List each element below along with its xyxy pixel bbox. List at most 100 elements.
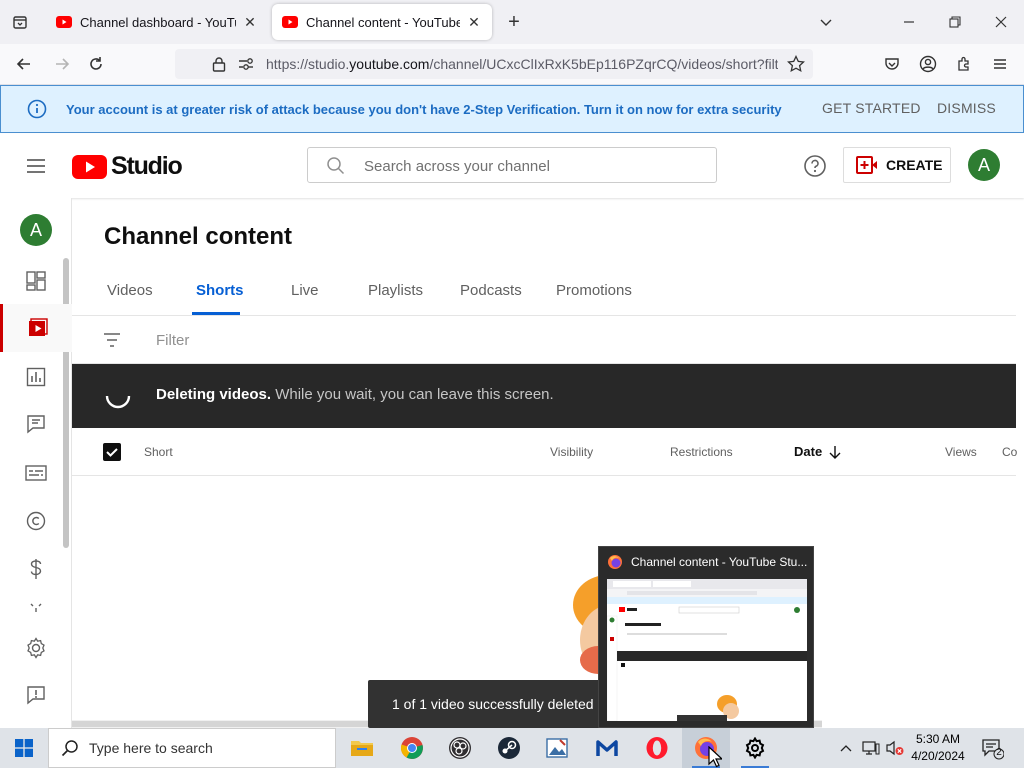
gear-icon xyxy=(745,737,765,759)
malwarebytes-logo-icon xyxy=(596,740,618,756)
hamburger-menu-icon[interactable] xyxy=(24,154,48,178)
mouse-cursor-icon xyxy=(708,746,722,768)
sidebar-item-feedback[interactable] xyxy=(0,671,72,719)
restore-icon[interactable] xyxy=(941,8,969,36)
deleting-banner: Deleting videos. While you wait, you can… xyxy=(72,364,1016,428)
system-clock[interactable]: 5:30 AM 4/20/2024 xyxy=(908,731,968,765)
deleting-message-bold: Deleting videos. xyxy=(156,386,272,403)
sidebar-item-subtitles[interactable] xyxy=(0,449,72,497)
firefox-icon xyxy=(608,555,622,569)
permissions-icon[interactable] xyxy=(237,55,255,73)
select-all-checkbox[interactable] xyxy=(103,443,121,461)
filter-input[interactable]: Filter xyxy=(156,332,189,349)
studio-logo-text: Studio xyxy=(111,152,183,180)
filter-icon[interactable] xyxy=(102,330,122,350)
account-icon[interactable] xyxy=(916,52,940,76)
browser-tab-dashboard[interactable]: Channel dashboard - YouTube Studio ✕ xyxy=(46,4,268,40)
clock-time: 5:30 AM xyxy=(915,732,961,746)
banner-message: Your account is at greater risk of attac… xyxy=(66,102,782,117)
url-prefix: https://studio. xyxy=(266,56,350,72)
settings-taskbar-icon[interactable] xyxy=(731,728,779,768)
back-arrow-icon[interactable] xyxy=(12,52,36,76)
avatar[interactable]: A xyxy=(968,149,1000,181)
youtube-favicon-icon xyxy=(282,16,298,28)
paint-app-icon[interactable] xyxy=(533,728,581,768)
column-short: Short xyxy=(144,445,173,459)
sidebar-item-content[interactable] xyxy=(0,304,72,352)
security-banner: Your account is at greater risk of attac… xyxy=(0,85,1024,133)
firefox-taskbar-icon[interactable] xyxy=(682,728,730,768)
obs-logo-icon xyxy=(449,737,471,759)
lock-icon[interactable] xyxy=(210,55,228,73)
chevron-down-icon[interactable] xyxy=(812,8,840,36)
bookmark-star-icon[interactable] xyxy=(784,52,808,76)
search-icon xyxy=(327,157,345,175)
content-icon xyxy=(28,318,48,336)
column-restrictions: Restrictions xyxy=(670,445,733,459)
folder-icon xyxy=(351,741,373,756)
tab-title: Channel content - YouTube Studio xyxy=(306,14,460,30)
preview-title: Channel content - YouTube Stu... xyxy=(631,555,808,569)
help-icon[interactable] xyxy=(803,154,827,178)
sidebar-item-settings[interactable] xyxy=(0,624,72,672)
tab-live[interactable]: Live xyxy=(291,282,319,299)
studio-logo[interactable]: Studio xyxy=(72,152,183,181)
url-bar[interactable]: https://studio.youtube.com/channel/UCxcC… xyxy=(175,49,813,79)
tab-videos[interactable]: Videos xyxy=(107,282,153,299)
taskbar-preview[interactable]: Channel content - YouTube Stu... xyxy=(598,546,814,728)
clock-date: 4/20/2024 xyxy=(911,749,965,763)
deleting-message-rest: While you wait, you can leave this scree… xyxy=(275,386,554,403)
menu-icon[interactable] xyxy=(988,52,1012,76)
create-video-icon xyxy=(856,156,877,174)
pocket-icon[interactable] xyxy=(880,52,904,76)
notification-center-icon[interactable]: 2 xyxy=(980,736,1005,760)
url-text: https://studio.youtube.com/channel/UCxcC… xyxy=(266,56,778,72)
opera-icon[interactable] xyxy=(633,728,681,768)
sidebar-item-copyright[interactable] xyxy=(0,497,72,545)
sidebar-item-comments[interactable] xyxy=(0,400,72,448)
forward-arrow-icon[interactable] xyxy=(50,52,74,76)
minimize-icon[interactable] xyxy=(895,8,923,36)
tab-list-icon[interactable] xyxy=(8,10,32,34)
close-icon[interactable]: ✕ xyxy=(242,14,258,30)
taskbar-search[interactable]: Type here to search xyxy=(48,728,336,768)
obs-icon[interactable] xyxy=(436,728,484,768)
windows-taskbar: Type here to search 5:30 AM 4/20/2024 2 xyxy=(0,728,1024,768)
chevron-up-icon[interactable] xyxy=(836,738,856,758)
search-icon xyxy=(61,740,78,757)
reload-icon[interactable] xyxy=(84,52,108,76)
start-button[interactable] xyxy=(0,728,48,768)
filter-bar: Filter xyxy=(72,316,1016,364)
tab-promotions[interactable]: Promotions xyxy=(556,282,632,299)
browser-tab-content[interactable]: Channel content - YouTube Studio ✕ xyxy=(272,4,492,40)
search-input[interactable] xyxy=(364,156,704,176)
file-explorer-icon[interactable] xyxy=(338,728,386,768)
tab-shorts[interactable]: Shorts xyxy=(196,282,244,299)
tab-podcasts[interactable]: Podcasts xyxy=(460,282,522,299)
chrome-logo-icon xyxy=(400,737,423,759)
dismiss-button[interactable]: DISMISS xyxy=(937,100,996,116)
close-window-icon[interactable] xyxy=(987,8,1015,36)
new-tab-icon[interactable]: + xyxy=(504,11,524,33)
subtitles-icon xyxy=(25,465,47,481)
channel-avatar[interactable]: A xyxy=(20,214,52,246)
column-views: Views xyxy=(945,445,977,459)
malwarebytes-icon[interactable] xyxy=(583,728,631,768)
steam-icon[interactable] xyxy=(485,728,533,768)
column-date[interactable]: Date xyxy=(794,444,842,459)
get-started-button[interactable]: GET STARTED xyxy=(822,100,921,116)
active-tab-indicator xyxy=(192,312,240,315)
sidebar-item-analytics[interactable] xyxy=(0,353,72,401)
sidebar-item-customization[interactable] xyxy=(0,596,72,620)
search-box xyxy=(307,147,717,183)
tab-playlists[interactable]: Playlists xyxy=(368,282,423,299)
create-button[interactable]: CREATE xyxy=(843,147,951,183)
url-host: youtube.com xyxy=(349,56,430,72)
extensions-icon[interactable] xyxy=(952,52,976,76)
chrome-icon[interactable] xyxy=(388,728,436,768)
network-icon[interactable] xyxy=(861,738,881,758)
close-icon[interactable]: ✕ xyxy=(466,14,482,30)
sidebar-item-earn[interactable] xyxy=(0,545,72,593)
sidebar-item-dashboard[interactable] xyxy=(0,257,72,305)
volume-muted-icon[interactable] xyxy=(885,738,905,758)
